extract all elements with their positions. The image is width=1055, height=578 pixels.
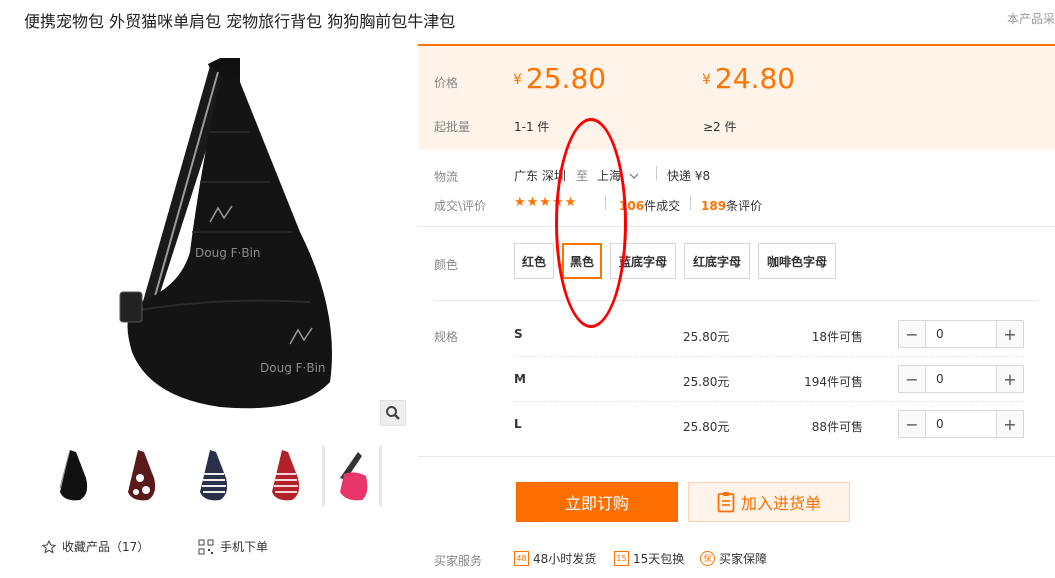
deal-count-suffix: 件成交: [644, 199, 681, 213]
moq-tier-2: ≥2 件: [703, 120, 737, 134]
add-to-cart-label: 加入进货单: [740, 494, 821, 513]
guarantee-icon: 保: [700, 551, 715, 566]
reviews-label: 成交\评价: [434, 199, 487, 213]
increment-button[interactable]: +: [996, 321, 1023, 347]
ship-to-word: 至: [576, 169, 589, 183]
qr-code-icon: [198, 539, 214, 554]
48h-icon: 48: [514, 551, 529, 566]
deal-count[interactable]: 106件成交: [619, 197, 680, 214]
review-count-suffix: 条评价: [726, 199, 763, 213]
service-48h-text: 48小时发货: [533, 552, 597, 566]
bag-thumbnail-image: [128, 450, 156, 501]
buy-now-button[interactable]: 立即订购: [516, 482, 678, 522]
spec-price-s: 25.80元: [683, 330, 730, 344]
review-count[interactable]: 189条评价: [701, 197, 762, 214]
svg-text:Doug F·Bin: Doug F·Bin: [260, 361, 326, 375]
thumbnail-red[interactable]: [256, 446, 316, 506]
currency-symbol: ¥: [702, 72, 711, 88]
logistics-label: 物流: [434, 170, 459, 184]
favorite-label: 收藏产品（17）: [62, 540, 150, 554]
section-divider: [418, 456, 1055, 457]
color-label: 颜色: [434, 258, 459, 272]
price-tier-2: ¥24.80: [702, 62, 795, 95]
spec-label: 规格: [434, 330, 459, 344]
quantity-stepper-s: − 0 +: [898, 320, 1024, 348]
list-document-icon: [717, 492, 735, 513]
top-right-note: 本产品采: [1006, 12, 1055, 26]
color-option-blue-letters[interactable]: 蓝底字母: [610, 243, 676, 279]
deal-count-number: 106: [619, 199, 645, 213]
quantity-input[interactable]: 0: [926, 411, 996, 437]
service-guarantee: 保 买家保障: [700, 550, 767, 567]
logistics-divider: [656, 166, 657, 180]
spec-price-l: 25.80元: [683, 420, 730, 434]
main-product-image: Doug F·Bin Doug F·Bin: [119, 58, 332, 409]
section-divider: [434, 300, 1038, 301]
currency-symbol: ¥: [513, 72, 522, 88]
color-option-red[interactable]: 红色: [514, 243, 554, 279]
service-15day-text: 15天包换: [633, 552, 685, 566]
quantity-stepper-m: − 0 +: [898, 365, 1024, 393]
increment-button[interactable]: +: [996, 366, 1023, 392]
buyer-service-label: 买家服务: [434, 554, 483, 568]
color-option-black[interactable]: 黑色: [562, 243, 602, 279]
star-outline-icon: [42, 539, 56, 554]
row-divider: [514, 356, 1024, 357]
increment-button[interactable]: +: [996, 411, 1023, 437]
15day-icon: 15: [614, 551, 629, 566]
spec-price-m: 25.80元: [683, 375, 730, 389]
bag-thumbnail-image: [200, 450, 228, 501]
decrement-button[interactable]: −: [899, 411, 926, 437]
product-title: 便携宠物包 外贸猫咪单肩包 宠物旅行背包 狗狗胸前包牛津包: [24, 12, 456, 31]
spec-size-m: M: [514, 372, 526, 386]
mobile-order-label: 手机下单: [220, 540, 269, 554]
rating-stars: ★★★★★: [514, 195, 578, 210]
moq-label: 起批量: [434, 120, 471, 134]
chevron-down-icon: [629, 173, 639, 179]
price-tier-1: ¥25.80: [513, 62, 606, 95]
ship-from: 广东 深圳: [514, 169, 566, 183]
price-tier-2-value: 24.80: [714, 62, 796, 95]
reviews-divider-2: [690, 196, 691, 210]
color-option-coffee-letters[interactable]: 咖啡色字母: [758, 243, 836, 279]
thumbnail-blue[interactable]: [184, 446, 244, 506]
thumbnail-black[interactable]: [44, 446, 104, 506]
price-label: 价格: [434, 76, 459, 90]
service-48h: 48 48小时发货: [514, 550, 596, 567]
spec-stock-m: 194件可售: [804, 375, 863, 389]
decrement-button[interactable]: −: [899, 321, 926, 347]
service-15day: 15 15天包换: [614, 550, 684, 567]
spec-size-s: S: [514, 327, 523, 341]
thumbnail-pink[interactable]: [322, 446, 382, 506]
color-option-red-letters[interactable]: 红底字母: [684, 243, 750, 279]
bag-thumbnail-image: [272, 450, 300, 501]
quantity-input[interactable]: 0: [926, 321, 996, 347]
favorite-product-link[interactable]: 收藏产品（17）: [42, 538, 149, 555]
shipping-fee: 快递 ¥8: [667, 169, 711, 183]
reviews-divider: [605, 196, 606, 210]
row-divider: [514, 401, 1024, 402]
magnifier-icon: [386, 406, 400, 420]
svg-text:Doug F·Bin: Doug F·Bin: [195, 246, 261, 260]
decrement-button[interactable]: −: [899, 366, 926, 392]
quantity-stepper-l: − 0 +: [898, 410, 1024, 438]
mobile-order-link[interactable]: 手机下单: [198, 538, 268, 555]
thumbnail-brown[interactable]: [112, 446, 172, 506]
moq-tier-1: 1-1 件: [514, 120, 550, 134]
spec-size-l: L: [514, 417, 522, 431]
section-divider: [418, 226, 1055, 227]
bag-thumbnail-image: [340, 452, 368, 501]
spec-stock-s: 18件可售: [811, 330, 863, 344]
quantity-input[interactable]: 0: [926, 366, 996, 392]
price-tier-1-value: 25.80: [525, 62, 607, 95]
ship-to-value: 上海: [597, 169, 622, 183]
service-guarantee-text: 买家保障: [719, 552, 768, 566]
bag-thumbnail-image: [59, 449, 88, 501]
add-to-cart-button[interactable]: 加入进货单: [688, 482, 850, 522]
review-count-number: 189: [701, 199, 727, 213]
zoom-button[interactable]: [380, 400, 406, 426]
spec-stock-l: 88件可售: [811, 420, 863, 434]
ship-to-select[interactable]: 上海: [597, 167, 639, 184]
